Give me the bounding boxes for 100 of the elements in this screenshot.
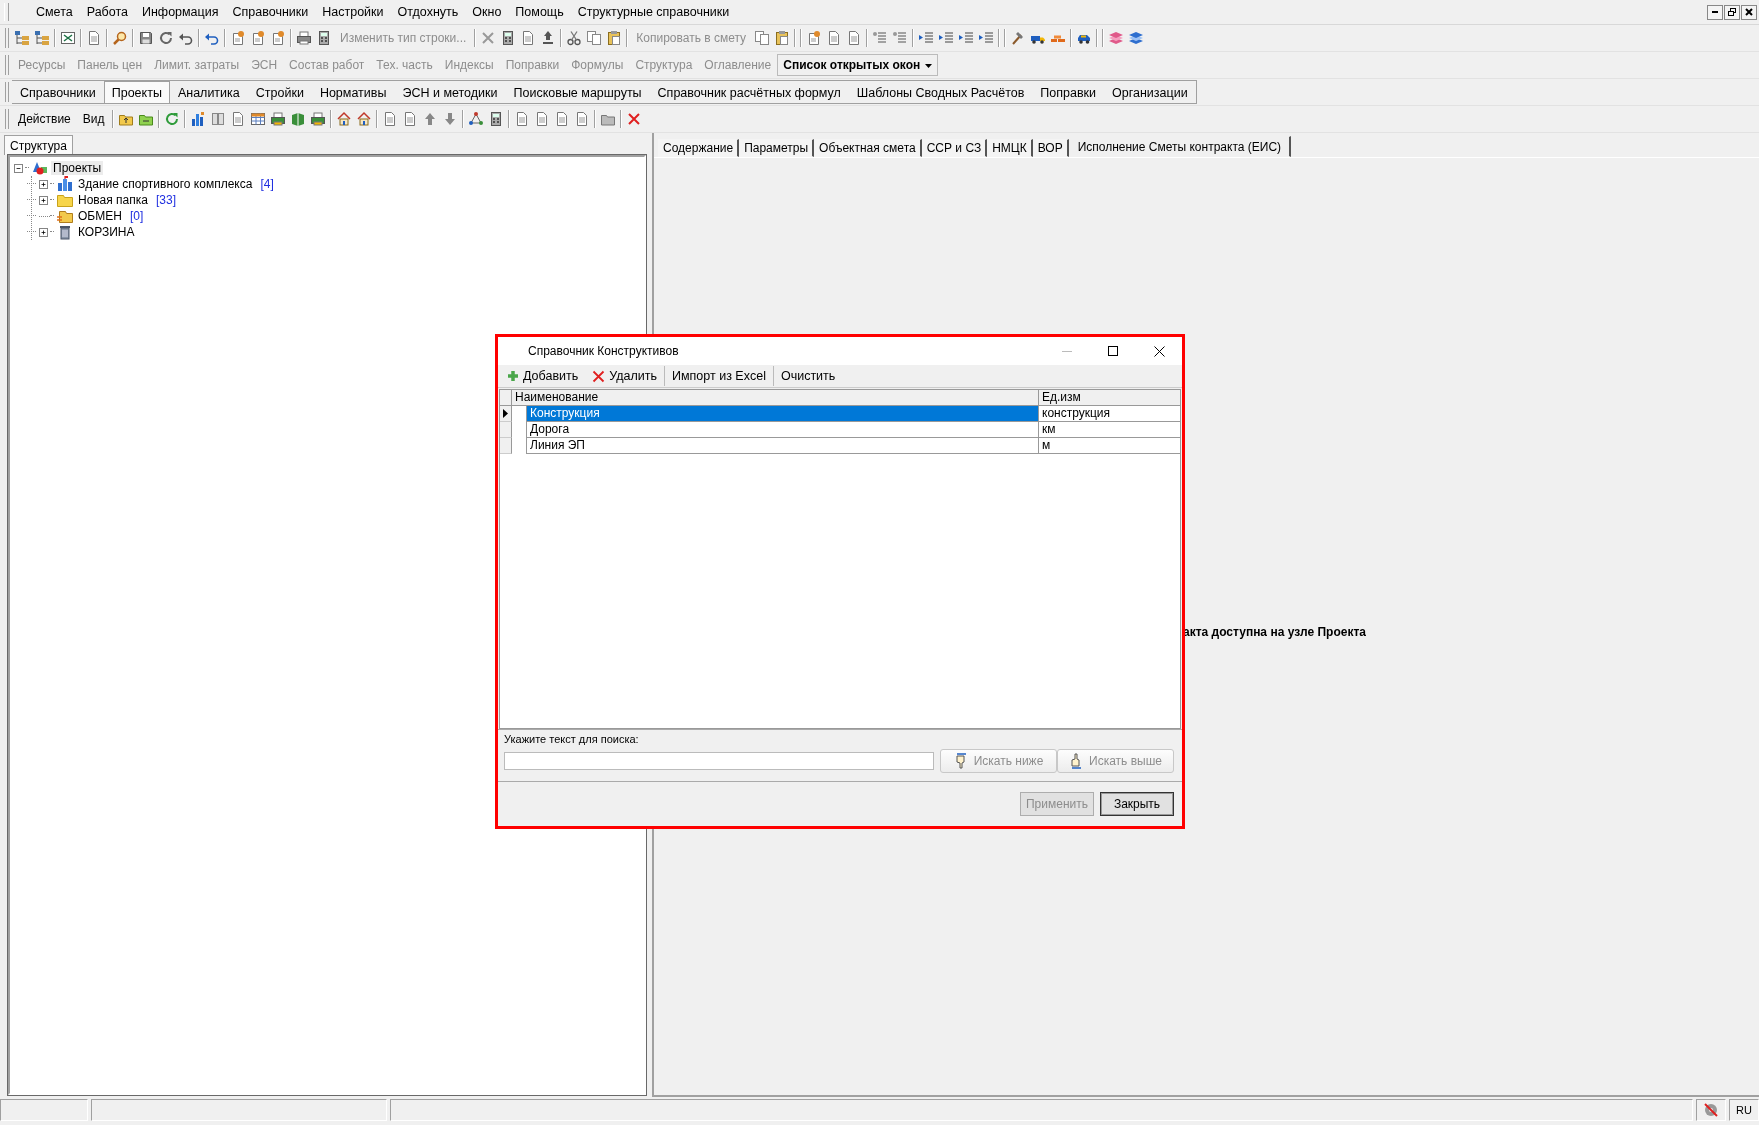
refresh-icon <box>164 111 181 127</box>
toolbar-button[interactable]: Добавить <box>500 366 586 386</box>
maximize-icon <box>1108 346 1118 356</box>
toolbar-button[interactable]: Список открытых окон <box>777 54 939 76</box>
tab[interactable]: Поисковые маршруты <box>505 83 650 103</box>
tab[interactable]: ССР и СЗ <box>921 139 988 157</box>
column-header[interactable]: Наименование <box>512 390 1039 405</box>
book-icon <box>290 111 307 127</box>
menu-item[interactable]: Отдохнуть <box>390 1 466 23</box>
calculator-icon <box>316 30 332 46</box>
tree-item[interactable]: Новая папка <box>76 193 150 207</box>
house-icon <box>356 111 373 127</box>
books-icon <box>1128 30 1145 46</box>
close-icon <box>1744 7 1754 17</box>
projects-icon <box>32 160 48 176</box>
hand-pointer-icon <box>1069 753 1084 769</box>
indent-icon <box>918 30 935 46</box>
gear-document-icon <box>806 30 823 46</box>
tab[interactable]: ВОР <box>1032 139 1069 157</box>
bar-chart-icon <box>190 111 207 127</box>
dialog-title: Справочник Конструктивов <box>528 344 680 358</box>
tab[interactable]: Проекты <box>103 81 170 103</box>
close-icon <box>1153 345 1165 357</box>
tab[interactable]: Шаблоны Сводных Расчётов <box>848 83 1033 103</box>
menu-item[interactable]: Настройки <box>315 1 391 23</box>
folder-icon <box>57 208 73 224</box>
list-icon <box>892 30 909 46</box>
refresh-icon <box>158 30 174 46</box>
tab[interactable]: Объектная смета <box>814 139 922 157</box>
expand-icon[interactable] <box>39 227 48 237</box>
tree-item[interactable]: ОБМЕН <box>76 209 124 223</box>
indent-icon <box>938 30 955 46</box>
close-button[interactable] <box>1741 4 1757 20</box>
tab[interactable]: Организации <box>1104 83 1196 103</box>
table-cell[interactable]: Линия ЭП <box>526 438 1039 454</box>
toolbar-button[interactable]: Вид <box>76 108 111 130</box>
minimize-button[interactable] <box>1707 4 1723 20</box>
toolbar-button[interactable]: Действие <box>12 108 77 130</box>
indent-icon <box>978 30 995 46</box>
trash-icon <box>57 224 73 240</box>
tab[interactable]: Стройки <box>247 83 312 103</box>
collapse-icon[interactable] <box>14 163 23 173</box>
restore-button[interactable] <box>1724 4 1740 20</box>
table-cell[interactable]: м <box>1039 438 1180 454</box>
tree-item[interactable]: Здание спортивного комплекса <box>76 177 255 191</box>
tab[interactable]: Параметры <box>739 139 815 157</box>
menu-item[interactable]: Структурные справочники <box>570 1 737 23</box>
paste-icon <box>606 30 623 46</box>
tab[interactable]: Нормативы <box>311 83 395 103</box>
tree-item[interactable]: Проекты <box>51 161 104 175</box>
save-icon <box>138 30 154 46</box>
house-icon <box>336 111 353 127</box>
spreadsheet-icon <box>60 30 76 46</box>
toolbar-button[interactable]: Очистить <box>773 366 843 386</box>
menu-item[interactable]: Справочники <box>225 1 316 23</box>
columns-icon <box>210 111 227 127</box>
dialog-button[interactable]: Закрыть <box>1100 792 1174 816</box>
printer-icon <box>270 111 287 127</box>
gear-document-icon <box>230 30 246 46</box>
toolbar-button[interactable]: Удалить <box>585 366 664 386</box>
toolbar-button[interactable]: Импорт из Excel <box>665 366 773 386</box>
tab[interactable]: Содержание <box>658 139 740 157</box>
menu-item[interactable]: Окно <box>465 1 509 23</box>
printer-icon <box>310 111 327 127</box>
tree-item[interactable]: КОРЗИНА <box>76 225 137 239</box>
menu-item[interactable]: Помощь <box>508 1 571 23</box>
table-cell[interactable]: Дорога <box>526 422 1039 438</box>
tree-icon <box>34 30 50 46</box>
tab[interactable]: Справочник расчётных формул <box>649 83 849 103</box>
expand-icon[interactable] <box>39 195 48 205</box>
search-field[interactable] <box>504 752 934 770</box>
row-header[interactable] <box>500 406 512 422</box>
menu-item[interactable]: Работа <box>79 1 135 23</box>
expand-icon[interactable] <box>39 179 48 189</box>
delete-icon <box>592 369 606 383</box>
network-icon <box>468 111 485 127</box>
prohibited-icon <box>1703 1102 1719 1118</box>
panel-tab[interactable]: Структура <box>4 135 73 155</box>
table-icon <box>250 111 267 127</box>
menu-item[interactable]: Информация <box>134 1 226 23</box>
folder-icon <box>57 192 73 208</box>
tab[interactable]: НМЦК <box>987 139 1033 157</box>
menu-item[interactable]: Смета <box>29 1 80 23</box>
gear-document-icon <box>250 30 266 46</box>
list-icon <box>872 30 889 46</box>
tab[interactable]: Аналитика <box>169 83 248 103</box>
document-icon <box>86 30 102 46</box>
copy-icon <box>586 30 603 46</box>
tab[interactable]: ЭСН и методики <box>394 83 506 103</box>
table-cell[interactable]: км <box>1039 422 1180 438</box>
search-label: Укажите текст для поиска: <box>504 733 640 745</box>
table-cell[interactable]: конструкция <box>1039 406 1180 422</box>
table-cell[interactable]: Конструкция <box>526 406 1039 422</box>
tab[interactable]: Справочники <box>12 83 104 103</box>
restore-icon <box>1727 7 1737 17</box>
indent-icon <box>958 30 975 46</box>
tab[interactable]: Поправки <box>1032 83 1105 103</box>
paste-icon <box>774 30 791 46</box>
column-header[interactable]: Ед.изм <box>1039 390 1180 405</box>
printer-icon <box>296 30 312 46</box>
